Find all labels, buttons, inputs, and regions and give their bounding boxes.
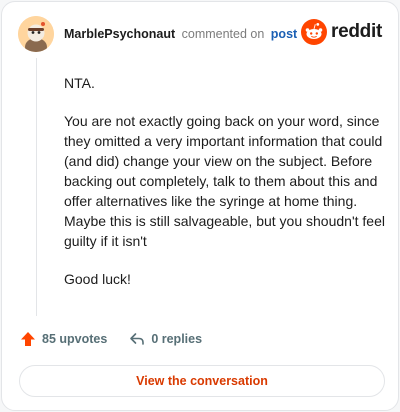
replies-count: 0 replies bbox=[151, 332, 203, 346]
post-link[interactable]: post bbox=[271, 27, 297, 41]
snoo-avatar-icon[interactable] bbox=[18, 16, 54, 52]
upvote-button[interactable]: 85 upvotes bbox=[20, 331, 107, 347]
view-conversation-label: View the conversation bbox=[136, 374, 268, 388]
reddit-snoo-icon bbox=[301, 19, 328, 45]
comment-paragraph: You are not exactly going back on your w… bbox=[64, 113, 385, 249]
reddit-logo[interactable]: reddit bbox=[301, 19, 382, 45]
comment-paragraph: NTA. bbox=[64, 75, 95, 91]
reply-arrow-icon bbox=[130, 333, 145, 345]
username-link[interactable]: MarblePsychonaut bbox=[64, 27, 175, 41]
comment-header: MarblePsychonaut commented on post reddi… bbox=[18, 16, 382, 52]
comment-paragraph: Good luck! bbox=[64, 271, 131, 287]
upvote-count: 85 upvotes bbox=[42, 332, 108, 346]
action-text: commented on bbox=[181, 27, 265, 41]
thread-line bbox=[36, 58, 37, 316]
comment-body: NTA. You are not exactly going back on y… bbox=[64, 73, 386, 307]
replies-button[interactable]: 0 replies bbox=[129, 331, 202, 347]
reddit-wordmark: reddit bbox=[331, 21, 382, 42]
view-conversation-button[interactable]: View the conversation bbox=[19, 365, 385, 397]
comment-card: MarblePsychonaut commented on post reddi… bbox=[1, 1, 399, 411]
comment-meta: MarblePsychonaut commented on post bbox=[64, 27, 297, 41]
upvote-arrow-icon bbox=[21, 332, 35, 346]
comment-actions: 85 upvotes 0 replies bbox=[20, 331, 202, 347]
